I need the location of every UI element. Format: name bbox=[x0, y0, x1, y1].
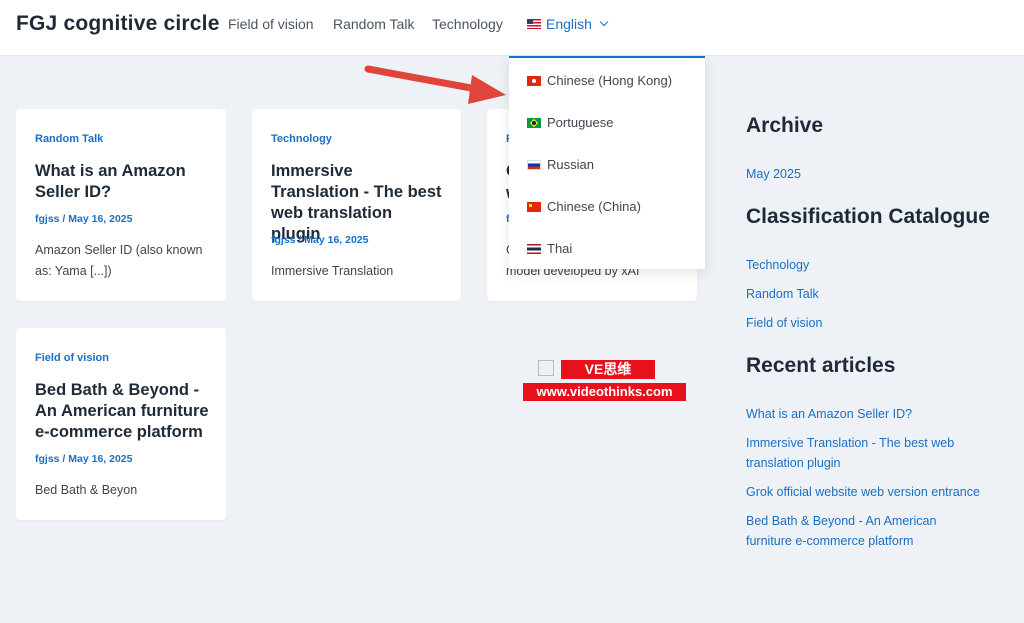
nav-field-of-vision[interactable]: Field of vision bbox=[228, 16, 314, 32]
site-title[interactable]: FGJ cognitive circle bbox=[16, 12, 220, 36]
cn-flag-icon bbox=[527, 201, 541, 212]
language-option-th[interactable]: Thai bbox=[527, 241, 572, 256]
language-option-ru[interactable]: Russian bbox=[527, 157, 594, 172]
post-meta[interactable]: fgjss / May 16, 2025 bbox=[35, 213, 132, 225]
post-category[interactable]: Field of vision bbox=[35, 352, 109, 364]
recent-article-link[interactable]: What is an Amazon Seller ID? bbox=[746, 404, 1001, 424]
us-flag-icon bbox=[527, 19, 541, 29]
catalogue-link-field-of-vision[interactable]: Field of vision bbox=[746, 313, 1001, 333]
archive-link[interactable]: May 2025 bbox=[746, 164, 1001, 184]
watermark-url: www.videothinks.com bbox=[523, 383, 686, 401]
archive-heading: Archive bbox=[746, 114, 824, 137]
language-option-label: Thai bbox=[547, 241, 573, 256]
post-title[interactable]: Bed Bath & Beyond - An American furnitur… bbox=[35, 380, 213, 443]
post-title[interactable]: Immersive Translation - The best web tra… bbox=[271, 161, 443, 245]
language-option-label: Chinese (Hong Kong) bbox=[547, 73, 673, 88]
language-option-cn[interactable]: Chinese (China) bbox=[527, 199, 641, 214]
recent-heading: Recent articles bbox=[746, 354, 896, 377]
language-option-hk[interactable]: Chinese (Hong Kong) bbox=[527, 73, 672, 88]
language-dropdown: Chinese (Hong Kong) Portuguese Russian C… bbox=[509, 56, 705, 269]
hk-flag-icon bbox=[527, 75, 541, 86]
language-switcher[interactable]: English bbox=[527, 16, 609, 32]
catalogue-heading: Classification Catalogue bbox=[746, 205, 990, 228]
site-header: FGJ cognitive circle Field of vision Ran… bbox=[0, 0, 1024, 56]
catalogue-link-technology[interactable]: Technology bbox=[746, 255, 1001, 275]
recent-article-link[interactable]: Grok official website web version entran… bbox=[746, 482, 1001, 502]
language-option-label: Chinese (China) bbox=[547, 199, 641, 214]
ru-flag-icon bbox=[527, 159, 541, 170]
language-option-label: Portuguese bbox=[547, 115, 614, 130]
catalogue-link-random-talk[interactable]: Random Talk bbox=[746, 284, 1001, 304]
recent-article-link[interactable]: Bed Bath & Beyond - An American furnitur… bbox=[746, 511, 961, 551]
nav-technology[interactable]: Technology bbox=[432, 16, 503, 32]
post-meta[interactable]: fgjss / May 16, 2025 bbox=[271, 234, 368, 246]
post-excerpt: Amazon Seller ID (also known as: Yama [.… bbox=[35, 243, 203, 278]
post-category[interactable]: Technology bbox=[271, 133, 332, 145]
post-title[interactable]: What is an Amazon Seller ID? bbox=[35, 161, 210, 203]
th-flag-icon bbox=[527, 243, 541, 254]
language-current: English bbox=[546, 16, 592, 32]
recent-article-link[interactable]: Immersive Translation - The best web tra… bbox=[746, 433, 976, 473]
br-flag-icon bbox=[527, 117, 541, 128]
post-excerpt: Immersive Translation bbox=[271, 264, 394, 278]
watermark-checkbox-icon bbox=[538, 360, 554, 376]
watermark-brand: VE思维 bbox=[561, 360, 655, 379]
language-option-pt[interactable]: Portuguese bbox=[527, 115, 614, 130]
nav-random-talk[interactable]: Random Talk bbox=[333, 16, 414, 32]
language-option-label: Russian bbox=[547, 157, 594, 172]
post-card: Technology Immersive Translation - The b… bbox=[252, 109, 461, 301]
post-card: Random Talk What is an Amazon Seller ID?… bbox=[16, 109, 226, 301]
post-meta[interactable]: fgjss / May 16, 2025 bbox=[35, 453, 132, 465]
post-excerpt: Bed Bath & Beyon bbox=[35, 483, 138, 497]
post-card: Field of vision Bed Bath & Beyond - An A… bbox=[16, 328, 226, 520]
post-category[interactable]: Random Talk bbox=[35, 133, 103, 145]
chevron-down-icon bbox=[599, 17, 609, 27]
annotation-arrow-icon bbox=[364, 65, 506, 104]
